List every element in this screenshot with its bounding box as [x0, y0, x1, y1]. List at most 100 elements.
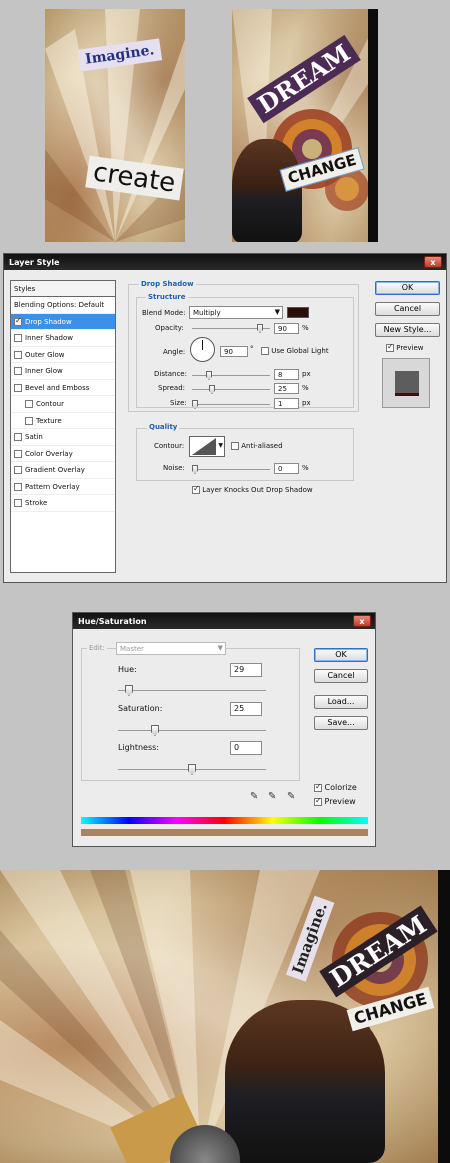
saturation-field[interactable]: 25 — [230, 702, 262, 716]
use-global-light-label: Use Global Light — [271, 347, 329, 355]
style-item[interactable]: Bevel and Emboss — [11, 380, 115, 396]
noise-field[interactable]: 0 — [274, 463, 299, 474]
style-item[interactable]: Stroke — [11, 495, 115, 512]
new-style-button[interactable]: New Style... — [375, 323, 440, 337]
style-item-checkbox[interactable] — [14, 449, 22, 458]
style-item-label: Color Overlay — [25, 449, 73, 458]
cancel-button[interactable]: Cancel — [314, 669, 368, 683]
style-item-checkbox[interactable] — [25, 400, 33, 408]
noise-slider[interactable] — [192, 465, 270, 474]
lightness-field[interactable]: 0 — [230, 741, 262, 755]
eyedropper-minus-icon[interactable]: ✎ — [287, 791, 295, 802]
anti-aliased-option[interactable]: Anti-aliased — [231, 442, 283, 450]
style-item-label: Blending Options: Default — [14, 301, 105, 309]
contour-picker[interactable]: ▼ — [189, 436, 225, 457]
saturation-label: Saturation: — [118, 704, 163, 713]
styles-list: Styles Blending Options: Default Drop Sha… — [10, 280, 116, 573]
opacity-slider[interactable] — [192, 324, 270, 333]
contour-label: Contour: — [154, 442, 185, 450]
style-item-checkbox[interactable] — [14, 433, 22, 441]
spread-field[interactable]: 25 — [274, 383, 299, 394]
shadow-color-swatch[interactable] — [287, 307, 309, 318]
style-item-checkbox[interactable] — [14, 350, 22, 359]
close-button[interactable]: x — [424, 256, 442, 268]
preview-option[interactable]: Preview — [386, 342, 423, 352]
style-item[interactable]: Contour — [11, 396, 115, 413]
quality-group — [136, 428, 354, 481]
style-item[interactable]: Satin — [11, 429, 115, 446]
style-item-checkbox[interactable] — [14, 316, 22, 326]
size-px: px — [302, 399, 311, 407]
close-button[interactable]: x — [353, 615, 371, 627]
style-item[interactable]: Inner Shadow — [11, 330, 115, 347]
hue-slider[interactable] — [118, 685, 266, 696]
angle-degree: ° — [250, 345, 254, 353]
spread-label: Spread: — [158, 384, 186, 392]
saturation-slider[interactable] — [118, 725, 266, 736]
style-item[interactable]: Drop Shadow — [11, 313, 115, 330]
style-item-checkbox[interactable] — [14, 466, 22, 474]
style-item[interactable]: Inner Glow — [11, 363, 115, 380]
spread-slider[interactable] — [192, 385, 270, 394]
style-item-checkbox[interactable] — [14, 334, 22, 342]
style-item[interactable]: Texture — [11, 413, 115, 429]
eyedropper-plus-icon[interactable]: ✎ — [268, 791, 276, 802]
eyedropper-icon[interactable]: ✎ — [250, 791, 258, 802]
layer-knocks-out-checkbox[interactable] — [192, 484, 200, 494]
distance-slider[interactable] — [192, 371, 270, 380]
style-item[interactable]: Color Overlay — [11, 446, 115, 462]
blend-mode-select[interactable]: Multiply ▼ — [189, 306, 283, 319]
colorize-checkbox[interactable] — [314, 782, 322, 792]
blend-mode-label: Blend Mode: — [142, 309, 186, 317]
lightness-slider[interactable] — [118, 764, 266, 775]
spread-percent: % — [302, 384, 309, 392]
style-item-checkbox[interactable] — [14, 367, 22, 375]
layer-knocks-out-option[interactable]: Layer Knocks Out Drop Shadow — [192, 484, 313, 494]
style-item-checkbox[interactable] — [14, 383, 22, 392]
save-button[interactable]: Save... — [314, 716, 368, 730]
style-item-label: Texture — [36, 416, 62, 425]
style-item[interactable]: Outer Glow — [11, 347, 115, 363]
style-item-checkbox[interactable] — [25, 416, 33, 425]
size-slider[interactable] — [192, 400, 270, 409]
opacity-field[interactable]: 90 — [274, 323, 299, 334]
style-preview-thumbnail — [382, 358, 430, 408]
angle-field[interactable]: 90 — [220, 346, 248, 357]
final-artwork: Imagine. DREAM CHANGE — [0, 870, 450, 1163]
noise-label: Noise: — [163, 464, 185, 472]
style-item-label: Inner Shadow — [25, 334, 73, 342]
size-label: Size: — [170, 399, 187, 407]
style-item-label: Inner Glow — [25, 367, 63, 375]
style-item[interactable]: Gradient Overlay — [11, 462, 115, 479]
colorize-option[interactable]: Colorize — [314, 782, 357, 792]
style-item[interactable]: Pattern Overlay — [11, 479, 115, 495]
angle-dial[interactable] — [190, 337, 215, 362]
size-field[interactable]: 1 — [274, 398, 299, 409]
style-item-checkbox[interactable] — [14, 482, 22, 491]
distance-field[interactable]: 8 — [274, 369, 299, 380]
preview-option[interactable]: Preview — [314, 796, 356, 806]
styles-list-header[interactable]: Styles — [11, 281, 115, 297]
blend-mode-value: Multiply — [193, 309, 221, 317]
anti-aliased-checkbox[interactable] — [231, 442, 239, 450]
style-item-checkbox[interactable] — [14, 499, 22, 507]
style-item[interactable]: Blending Options: Default — [11, 297, 115, 314]
ok-button[interactable]: OK — [314, 648, 368, 662]
colorize-label: Colorize — [324, 783, 357, 792]
edit-select[interactable]: Master ▼ — [116, 642, 226, 655]
style-item-label: Gradient Overlay — [25, 466, 85, 474]
use-global-light-checkbox[interactable] — [261, 347, 269, 355]
chevron-down-icon: ▼ — [218, 442, 223, 449]
load-button[interactable]: Load... — [314, 695, 368, 709]
hue-spectrum-bar — [81, 817, 368, 824]
hue-field[interactable]: 29 — [230, 663, 262, 677]
cancel-button[interactable]: Cancel — [375, 302, 440, 316]
style-item-label: Stroke — [25, 499, 48, 507]
preview-checkbox[interactable] — [314, 796, 322, 806]
ok-button[interactable]: OK — [375, 281, 440, 295]
colorize-result-bar — [81, 829, 368, 836]
style-item-label: Drop Shadow — [25, 317, 72, 326]
quality-title: Quality — [147, 423, 180, 431]
use-global-light-option[interactable]: Use Global Light — [261, 347, 329, 355]
preview-checkbox[interactable] — [386, 342, 394, 352]
